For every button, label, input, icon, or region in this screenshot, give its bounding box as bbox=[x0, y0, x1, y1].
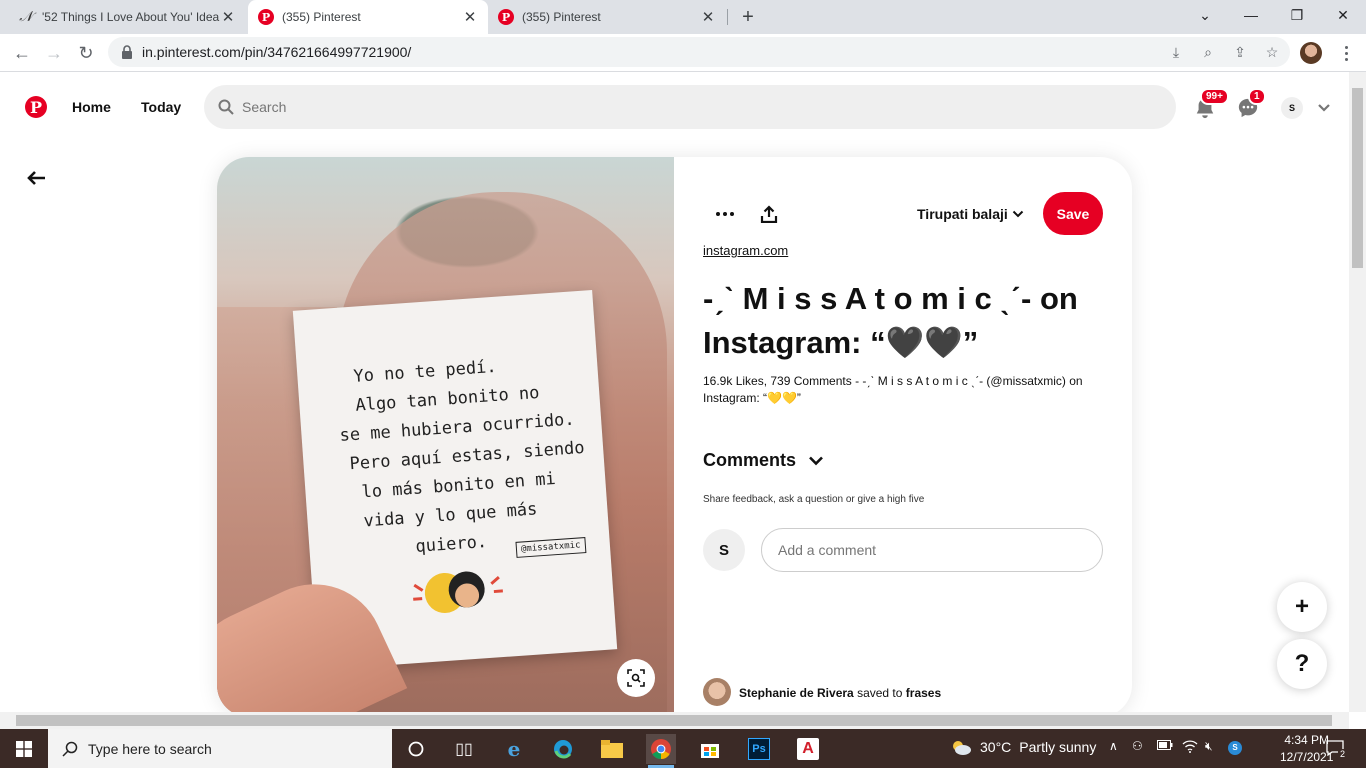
edge-icon[interactable] bbox=[548, 734, 578, 764]
saver-name[interactable]: Stephanie de Rivera bbox=[739, 686, 854, 700]
add-pin-button[interactable]: + bbox=[1277, 582, 1327, 632]
vertical-scrollbar-thumb[interactable] bbox=[1352, 88, 1363, 268]
saved-by-line: Stephanie de Rivera saved to frases bbox=[739, 686, 941, 700]
tab-close-icon[interactable]: ✕ bbox=[700, 8, 716, 26]
acrobat-icon[interactable]: A bbox=[793, 734, 823, 764]
tab-divider bbox=[727, 9, 728, 25]
chevron-down-icon bbox=[1012, 210, 1023, 218]
lock-icon bbox=[122, 45, 132, 59]
tab-pinterest[interactable]: P (355) Pinterest ✕ bbox=[488, 0, 726, 34]
board-selector[interactable]: Tirupati balaji bbox=[917, 206, 1024, 222]
install-app-icon[interactable]: ⤓ bbox=[1164, 40, 1188, 64]
partly-sunny-icon bbox=[953, 741, 971, 755]
windows-start-icon[interactable] bbox=[0, 729, 48, 768]
forward-icon[interactable]: → bbox=[40, 39, 68, 67]
pin-description: 16.9k Likes, 739 Comments - -ˏˋ M i s s … bbox=[703, 374, 1083, 405]
reload-icon[interactable]: ↻ bbox=[72, 39, 100, 67]
zoom-icon[interactable]: ⌕ bbox=[1196, 40, 1220, 64]
microsoft-store-icon[interactable] bbox=[695, 734, 725, 764]
tab-title: (355) Pinterest bbox=[522, 10, 601, 24]
file-explorer-icon[interactable] bbox=[597, 734, 627, 764]
search-bar[interactable] bbox=[204, 85, 1176, 129]
tab-strip: 𝒩 '52 Things I Love About You' Idea ✕ P … bbox=[0, 0, 1366, 34]
browser-toolbar: ← → ↻ in.pinterest.com/pin/3476216649977… bbox=[0, 34, 1366, 72]
tab-close-icon[interactable]: ✕ bbox=[220, 8, 236, 26]
comments-heading: Comments bbox=[703, 450, 797, 470]
accounts-chevron-down-icon[interactable] bbox=[1314, 96, 1334, 120]
comments-toggle[interactable]: Comments bbox=[703, 450, 824, 471]
pinterest-logo-icon[interactable]: P bbox=[25, 96, 47, 118]
battery-icon[interactable] bbox=[1157, 739, 1173, 753]
pin-closeup-card: Yo no te pedí. Algo tan bonito no se me … bbox=[217, 157, 1132, 717]
note-text: Yo no te pedí. Algo tan bonito no se me … bbox=[339, 346, 607, 565]
cortana-icon[interactable] bbox=[401, 734, 431, 764]
weather-text: Partly sunny bbox=[1019, 739, 1097, 755]
help-button[interactable]: ? bbox=[1277, 639, 1327, 689]
chrome-icon[interactable] bbox=[646, 734, 676, 764]
tab-title: '52 Things I Love About You' Idea bbox=[42, 10, 220, 24]
add-comment-input[interactable] bbox=[761, 528, 1103, 572]
nav-today[interactable]: Today bbox=[141, 99, 181, 115]
tab-close-icon[interactable]: ✕ bbox=[462, 8, 478, 26]
saved-board-name[interactable]: frases bbox=[906, 686, 941, 700]
search-icon bbox=[218, 99, 234, 115]
people-icon[interactable]: ⚇ bbox=[1132, 739, 1143, 753]
share-page-icon[interactable]: ⇪ bbox=[1228, 40, 1252, 64]
pin-details: Tirupati balaji Save instagram.com -ˏˋ M… bbox=[674, 157, 1132, 717]
more-options-icon[interactable] bbox=[710, 199, 740, 229]
tab-52-things[interactable]: 𝒩 '52 Things I Love About You' Idea ✕ bbox=[8, 0, 246, 34]
save-button[interactable]: Save bbox=[1043, 192, 1103, 235]
search-input[interactable] bbox=[242, 99, 1142, 115]
horizontal-scrollbar-thumb[interactable] bbox=[16, 715, 1332, 726]
messages-badge: 1 bbox=[1248, 88, 1266, 105]
tab-pinterest-active[interactable]: P (355) Pinterest ✕ bbox=[248, 0, 488, 34]
notifications-badge: 99+ bbox=[1200, 88, 1229, 105]
new-tab-icon[interactable]: + bbox=[736, 5, 760, 29]
close-window-icon[interactable]: ✕ bbox=[1320, 0, 1366, 30]
back-arrow-icon[interactable] bbox=[24, 166, 48, 190]
address-bar[interactable]: in.pinterest.com/pin/347621664997721900/ bbox=[108, 37, 1290, 67]
back-icon[interactable]: ← bbox=[8, 39, 36, 67]
internet-explorer-icon[interactable]: e bbox=[499, 734, 529, 764]
comments-subtext: Share feedback, ask a question or give a… bbox=[703, 494, 925, 505]
chevron-down-icon bbox=[809, 456, 823, 465]
temperature: 30°C bbox=[980, 739, 1012, 755]
tab-title: (355) Pinterest bbox=[282, 10, 361, 24]
browser-menu-icon[interactable] bbox=[1336, 39, 1356, 67]
taskbar-search[interactable]: Type here to search bbox=[48, 729, 392, 768]
board-name: Tirupati balaji bbox=[917, 206, 1008, 222]
commenter-avatar: S bbox=[703, 529, 745, 571]
bookmark-star-icon[interactable]: ☆ bbox=[1260, 40, 1284, 64]
show-hidden-icons-icon[interactable]: ∧ bbox=[1109, 739, 1118, 753]
note-handle-tag: @missatxmic bbox=[515, 537, 587, 558]
search-icon bbox=[62, 741, 78, 757]
pinterest-favicon-icon: P bbox=[258, 9, 274, 25]
language-icon[interactable]: S bbox=[1228, 739, 1242, 755]
visual-search-lens-icon[interactable] bbox=[617, 659, 655, 697]
photoshop-icon[interactable]: Ps bbox=[744, 734, 774, 764]
task-view-icon[interactable]: ▯▯ bbox=[449, 734, 479, 764]
taskbar-search-placeholder: Type here to search bbox=[88, 740, 212, 757]
source-link[interactable]: instagram.com bbox=[703, 243, 788, 258]
browser-profile-avatar[interactable] bbox=[1300, 42, 1322, 64]
weather-widget[interactable]: 30°C Partly sunny bbox=[950, 738, 1096, 756]
restore-icon[interactable]: ❐ bbox=[1274, 0, 1320, 30]
url-text: in.pinterest.com/pin/347621664997721900/ bbox=[142, 44, 412, 60]
tab-search-chevron-icon[interactable]: ⌄ bbox=[1182, 0, 1228, 30]
pin-image[interactable]: Yo no te pedí. Algo tan bonito no se me … bbox=[217, 157, 674, 717]
nav-home[interactable]: Home bbox=[72, 99, 111, 115]
user-avatar[interactable]: S bbox=[1281, 97, 1303, 119]
wifi-icon[interactable] bbox=[1182, 739, 1198, 756]
saver-avatar[interactable] bbox=[703, 678, 731, 706]
pin-title: -ˏˋ M i s s A t o m i c ˎˊ- on Instagram… bbox=[703, 281, 1078, 360]
couple-drawing-icon bbox=[413, 571, 503, 613]
share-icon[interactable] bbox=[754, 199, 784, 229]
n-favicon-icon: 𝒩 bbox=[19, 9, 33, 25]
volume-muted-icon[interactable]: 🔇︎ bbox=[1205, 739, 1213, 754]
pinterest-favicon-icon: P bbox=[498, 9, 514, 25]
saved-to-text: saved to bbox=[857, 686, 903, 700]
minimize-icon[interactable]: — bbox=[1228, 0, 1274, 30]
notification-count: 2 bbox=[1338, 749, 1348, 759]
